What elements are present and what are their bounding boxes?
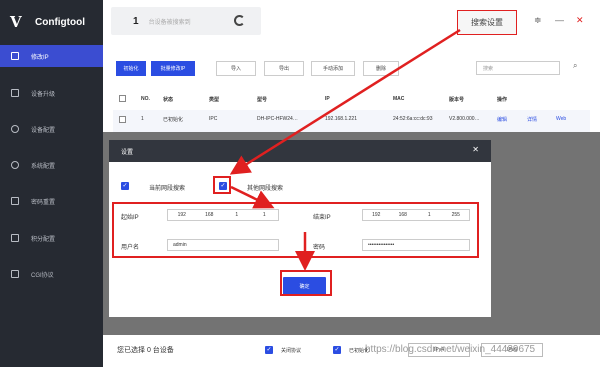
row-ip: 192.168.1.221 — [325, 116, 357, 122]
search-icon[interactable]: ⌕ — [573, 61, 585, 75]
initialize-button[interactable]: 初始化 — [116, 61, 146, 76]
sidebar-item-label: 密码重置 — [31, 199, 56, 206]
col-version: 版本号 — [449, 97, 465, 103]
start-ip-octet: 168 — [205, 212, 214, 218]
sidebar-item-device-config[interactable]: 设备配置 — [0, 118, 103, 140]
sidebar-item-label: 设备配置 — [31, 127, 56, 134]
start-ip-octet: 192 — [177, 212, 186, 218]
top-bar: 1 台设备被搜索到 搜索设置 ≑ — ✕ — [103, 0, 600, 44]
import-button[interactable]: 导入 — [216, 61, 256, 76]
sidebar-item-modify-ip[interactable]: 修改IP — [0, 45, 103, 67]
edit-link[interactable]: 编辑 — [497, 116, 507, 123]
sidebar-item-label: 积分配置 — [31, 236, 56, 243]
end-ip-octet: 192 — [372, 212, 381, 218]
password-label: 密码 — [313, 245, 326, 251]
end-ip-input[interactable]: 192 168 1 255 — [362, 209, 470, 221]
toolbar: 初始化 批量修改IP 导入 导出 手动添加 删除 搜索 ⌕ — [103, 44, 600, 84]
row-no: 1 — [141, 116, 144, 122]
app-title: Configtool — [35, 16, 85, 28]
start-ip-octet: 1 — [235, 212, 239, 218]
search-settings-button[interactable]: 搜索设置 — [457, 10, 517, 35]
sidebar-item-label: 修改IP — [31, 54, 49, 61]
web-link[interactable]: Web — [556, 116, 566, 122]
upgrade-icon — [11, 89, 19, 97]
points-config-icon — [11, 234, 19, 242]
password-reset-icon — [11, 197, 19, 205]
close-icon[interactable]: ✕ — [576, 15, 584, 26]
delete-button[interactable]: 删除 — [363, 61, 399, 76]
other-segment-label: 其他网段搜索 — [247, 186, 284, 192]
manual-add-button[interactable]: 手动添加 — [311, 61, 355, 76]
col-actions: 操作 — [497, 97, 508, 103]
ok-button[interactable]: 确定 — [283, 277, 326, 295]
table-header: NO. 状态 类型 型号 IP MAC 版本号 操作 — [113, 90, 590, 108]
end-ip-octet: 1 — [427, 212, 431, 218]
settings-dialog: 设置 ✕ ✓ 当前网段搜索 ✓ 其他网段搜索 起始IP 192 168 1 1 … — [109, 140, 491, 317]
row-checkbox[interactable] — [119, 116, 126, 123]
username-input[interactable]: admin — [167, 239, 279, 251]
selected-count-text: 您已选择 0 台设备 — [117, 347, 174, 354]
detail-link[interactable]: 详情 — [527, 116, 537, 123]
select-all-checkbox[interactable] — [119, 95, 126, 102]
sidebar-item-label: 系统配置 — [31, 163, 56, 170]
end-ip-label: 结束IP — [313, 215, 331, 221]
dialog-header: 设置 ✕ — [109, 140, 491, 162]
col-ip: IP — [325, 96, 330, 102]
row-model: DH-IPC-HFW24… — [257, 116, 298, 122]
sidebar-item-cgi[interactable]: CGI协议 — [0, 263, 103, 285]
start-ip-input[interactable]: 192 168 1 1 — [167, 209, 279, 221]
sidebar-item-label: 设备升级 — [31, 91, 56, 98]
system-config-icon — [11, 161, 19, 169]
export-button[interactable]: 导出 — [264, 61, 304, 76]
sidebar-item-upgrade[interactable]: 设备升级 — [0, 82, 103, 104]
cgi-icon — [11, 270, 19, 278]
device-count-label: 台设备被搜索到 — [148, 19, 191, 26]
current-segment-checkbox[interactable]: ✓ — [121, 182, 129, 190]
watermark: https://blog.csdn.net/weixin_44439675 — [365, 344, 536, 355]
col-status: 状态 — [163, 97, 174, 103]
dialog-title: 设置 — [121, 149, 134, 156]
other-segment-checkbox[interactable]: ✓ — [219, 182, 227, 190]
row-type: IPC — [209, 116, 218, 122]
col-mac: MAC — [393, 96, 405, 102]
device-config-icon — [11, 125, 19, 133]
footer: 您已选择 0 台设备 ✓ 关闭协议 ✓ 已初始化 IPv4 IPv6 https… — [103, 335, 600, 367]
table-row[interactable]: 1 已初始化 IPC DH-IPC-HFW24… 192.168.1.221 2… — [113, 110, 590, 132]
start-ip-octet: 1 — [262, 212, 266, 218]
app-logo: V Configtool — [10, 11, 100, 33]
row-status: 已初始化 — [163, 117, 184, 123]
batch-modify-ip-button[interactable]: 批量修改IP — [151, 61, 195, 76]
col-type: 类型 — [209, 97, 220, 103]
close-protocol-checkbox[interactable]: ✓ — [265, 346, 273, 354]
minimize-icon[interactable]: — — [555, 15, 564, 25]
current-segment-label: 当前网段搜索 — [149, 186, 186, 192]
col-model: 型号 — [257, 97, 268, 103]
username-label: 用户名 — [121, 245, 140, 251]
close-protocol-label: 关闭协议 — [281, 348, 302, 354]
logo-icon: V — [10, 13, 22, 31]
sidebar-item-points-config[interactable]: 积分配置 — [0, 227, 103, 249]
sidebar-item-password-reset[interactable]: 密码重置 — [0, 190, 103, 212]
password-input[interactable]: ••••••••••••••• — [362, 239, 470, 251]
dialog-close-icon[interactable]: ✕ — [472, 145, 479, 154]
sidebar-item-system-config[interactable]: 系统配置 — [0, 154, 103, 176]
sidebar: V Configtool 修改IP 设备升级 设备配置 系统配置 密码重置 积分… — [0, 0, 103, 367]
start-ip-label: 起始IP — [121, 215, 139, 221]
col-no: NO. — [141, 96, 150, 102]
device-count: 1 — [133, 15, 139, 27]
sidebar-item-label: CGI协议 — [31, 272, 54, 279]
end-ip-octet: 255 — [451, 212, 460, 218]
row-version: V2.800.000… — [449, 116, 480, 122]
row-mac: 24:52:6a:cc:dc:93 — [393, 116, 433, 122]
search-input[interactable]: 搜索 — [476, 61, 560, 75]
end-ip-octet: 168 — [398, 212, 407, 218]
menu-icon[interactable]: ≑ — [534, 15, 542, 26]
edit-ip-icon — [11, 52, 19, 60]
initialized-checkbox[interactable]: ✓ — [333, 346, 341, 354]
refresh-icon[interactable] — [234, 15, 245, 26]
